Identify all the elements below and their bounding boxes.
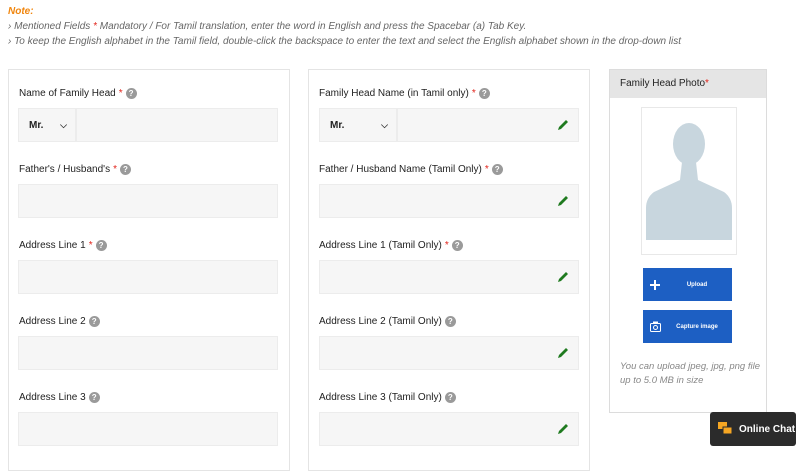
label-text: Father / Husband Name (Tamil Only) [319, 164, 482, 175]
address-line-2-label: Address Line 2 ? [19, 316, 100, 327]
address-line-3-tamil-input[interactable] [319, 412, 579, 446]
note-title: Note: [8, 6, 34, 17]
father-husband-label: Father's / Husband's * ? [19, 164, 131, 175]
label-text: Address Line 2 (Tamil Only) [319, 316, 442, 327]
note-line-1-text: Mandatory / For Tamil translation, enter… [99, 21, 527, 32]
label-text: Address Line 2 [19, 316, 86, 327]
help-icon[interactable]: ? [451, 240, 463, 251]
help-icon[interactable]: ? [88, 392, 100, 403]
avatar-placeholder-icon [646, 123, 732, 240]
family-head-name-input[interactable] [76, 108, 278, 142]
photo-panel-header: Family Head Photo* [610, 70, 766, 98]
label-text: Family Head Name (in Tamil only) [319, 88, 469, 99]
photo-upload-hint: You can upload jpeg, jpg, png file up to… [620, 361, 760, 386]
address-line-1-input[interactable] [18, 260, 278, 294]
note-line-1: › Mentioned Fields * Mandatory / For Tam… [8, 21, 681, 32]
required-star: * [113, 164, 117, 175]
title-select-value: Mr. [330, 119, 345, 131]
title-select[interactable]: Mr. ⌵ [18, 108, 76, 142]
address-line-2-tamil-input[interactable] [319, 336, 579, 370]
pencil-icon[interactable] [556, 422, 570, 436]
chat-icon [718, 422, 733, 435]
help-icon[interactable]: ? [95, 240, 107, 251]
help-icon[interactable]: ? [444, 392, 456, 403]
note-line-2: › To keep the English alphabet in the Ta… [8, 36, 682, 47]
camera-icon [648, 321, 662, 332]
pencil-icon[interactable] [556, 270, 570, 284]
chevron-down-icon: ⌵ [381, 119, 388, 130]
upload-button[interactable]: Upload [643, 268, 732, 301]
note-required-star: * [93, 21, 97, 32]
required-star: * [118, 88, 123, 99]
name-of-family-head-label: Name of Family Head * ? [19, 88, 137, 99]
title-select-value: Mr. [29, 119, 44, 131]
pencil-icon[interactable] [556, 118, 570, 132]
father-husband-tamil-input[interactable] [319, 184, 579, 218]
tamil-fields-panel: Family Head Name (in Tamil only) * ? Mr. … [308, 69, 590, 471]
photo-preview [641, 107, 737, 255]
note-section: Note: › Mentioned Fields * Mandatory / F… [8, 6, 681, 47]
help-icon[interactable]: ? [478, 88, 490, 99]
upload-button-label: Upload [686, 281, 708, 288]
label-text: Address Line 3 [19, 392, 86, 403]
title-select-tamil[interactable]: Mr. ⌵ [319, 108, 397, 142]
address-line-3-input[interactable] [18, 412, 278, 446]
address-line-2-tamil-label: Address Line 2 (Tamil Only) ? [319, 316, 456, 327]
note-line-1-prefix: › Mentioned Fields [8, 21, 91, 32]
label-text: Address Line 1 (Tamil Only) [319, 240, 442, 251]
required-star: * [88, 240, 93, 251]
father-husband-tamil-label: Father / Husband Name (Tamil Only) * ? [319, 164, 503, 175]
pencil-icon[interactable] [556, 346, 570, 360]
address-line-1-label: Address Line 1 * ? [19, 240, 107, 251]
help-icon[interactable]: ? [120, 164, 131, 175]
father-husband-input[interactable] [18, 184, 278, 218]
address-line-3-label: Address Line 3 ? [19, 392, 100, 403]
online-chat-label: Online Chat [739, 423, 796, 435]
plus-icon [648, 279, 662, 290]
family-head-name-tamil-label: Family Head Name (in Tamil only) * ? [319, 88, 490, 99]
label-text: Address Line 3 (Tamil Only) [319, 392, 442, 403]
help-icon[interactable]: ? [444, 316, 456, 327]
help-icon[interactable]: ? [88, 316, 100, 327]
label-text: Name of Family Head [19, 88, 116, 99]
family-head-name-tamil-input[interactable] [397, 108, 579, 142]
address-line-2-input[interactable] [18, 336, 278, 370]
label-text: Address Line 1 [19, 240, 86, 251]
capture-image-button[interactable]: Capture image [643, 310, 732, 343]
english-fields-panel: Name of Family Head * ? Mr. ⌵ Father's / … [8, 69, 290, 471]
capture-image-button-label: Capture image [676, 323, 718, 330]
help-icon[interactable]: ? [125, 88, 137, 99]
required-star: * [471, 88, 476, 99]
label-text: Father's / Husband's [19, 164, 111, 175]
pencil-icon[interactable] [556, 194, 570, 208]
family-head-photo-panel: Family Head Photo* Upload Capture image … [609, 69, 767, 413]
required-star: * [484, 164, 489, 175]
chevron-down-icon: ⌵ [60, 119, 67, 130]
address-line-3-tamil-label: Address Line 3 (Tamil Only) ? [319, 392, 456, 403]
help-icon[interactable]: ? [491, 164, 503, 175]
required-star: * [444, 240, 449, 251]
online-chat-button[interactable]: Online Chat [710, 412, 796, 446]
required-star: * [705, 78, 709, 89]
photo-title: Family Head Photo [620, 78, 706, 89]
address-line-1-tamil-label: Address Line 1 (Tamil Only) * ? [319, 240, 463, 251]
address-line-1-tamil-input[interactable] [319, 260, 579, 294]
